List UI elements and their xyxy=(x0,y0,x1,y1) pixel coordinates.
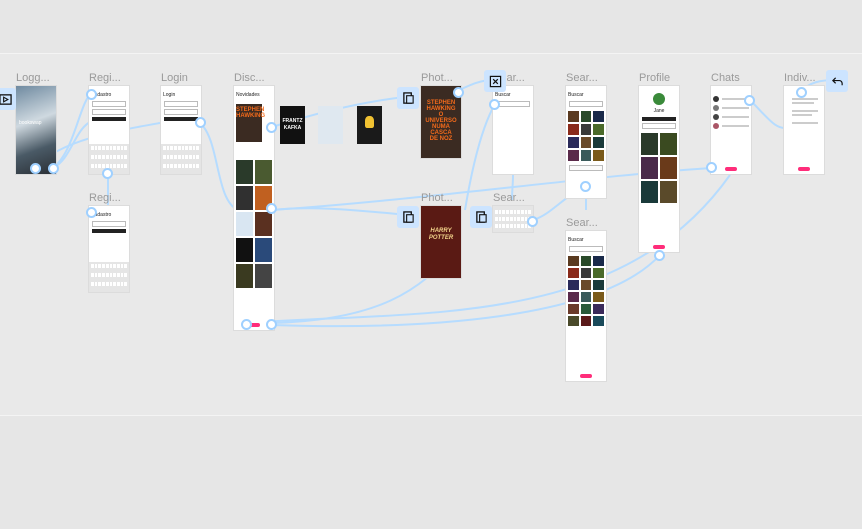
connector-handle[interactable] xyxy=(30,163,41,174)
profile-field[interactable] xyxy=(642,123,676,129)
connector-handle[interactable] xyxy=(241,319,252,330)
register2-input[interactable] xyxy=(92,221,126,227)
frame-label-discover[interactable]: Disc... xyxy=(234,72,265,84)
connector-handle[interactable] xyxy=(266,122,277,133)
frame-label-search-3[interactable]: Sear... xyxy=(566,72,598,84)
frame-label-register[interactable]: Regi... xyxy=(89,72,121,84)
cover-line: HARRY xyxy=(430,228,452,234)
frame-register[interactable]: Cadastro xyxy=(89,86,129,174)
device-preview-icon[interactable] xyxy=(397,87,419,109)
book-thumb-text: FRANTZ xyxy=(282,118,303,124)
search4-input[interactable] xyxy=(569,246,603,252)
profile-button[interactable] xyxy=(642,117,676,121)
search1-title: Buscar xyxy=(495,92,511,98)
close-icon[interactable] xyxy=(484,70,506,92)
connector-handle[interactable] xyxy=(489,99,500,110)
cover-line: NUMA CASCA xyxy=(430,124,452,136)
search3-more[interactable] xyxy=(569,165,603,171)
search3-input[interactable] xyxy=(569,101,603,107)
connector-handle[interactable] xyxy=(266,203,277,214)
register-input[interactable] xyxy=(92,101,126,107)
search1-input[interactable] xyxy=(496,101,530,107)
connector-handle[interactable] xyxy=(102,168,113,179)
connector-handle[interactable] xyxy=(195,117,206,128)
connector-handle[interactable] xyxy=(86,89,97,100)
book-thumb[interactable] xyxy=(357,106,382,144)
book-thumb[interactable]: FRANTZ KAFKA xyxy=(280,106,305,144)
frame-label-individual[interactable]: Indiv... xyxy=(784,72,816,84)
keyboard xyxy=(89,262,129,292)
frame-photo-2[interactable]: HARRY POTTER xyxy=(421,206,461,278)
hero-cover-line: HAWKING xyxy=(236,113,265,119)
search4-grid xyxy=(566,254,606,328)
frame-individual-chat[interactable] xyxy=(784,86,824,174)
frame-label-search-2[interactable]: Sear... xyxy=(493,192,525,204)
tab-indicator xyxy=(580,374,592,378)
tab-indicator xyxy=(725,167,737,171)
login-title: Login xyxy=(163,92,176,98)
play-icon[interactable] xyxy=(0,88,16,110)
login-button[interactable] xyxy=(164,117,198,121)
search3-title: Buscar xyxy=(568,92,584,98)
connector-handle[interactable] xyxy=(86,207,97,218)
frame-logged[interactable]: bookswap xyxy=(16,86,56,174)
frame-label-photo-1[interactable]: Phot... xyxy=(421,72,453,84)
frame-label-chats[interactable]: Chats xyxy=(711,72,740,84)
splash-logo: bookswap xyxy=(19,120,42,126)
register2-button[interactable] xyxy=(92,229,126,233)
register-button[interactable] xyxy=(92,117,126,121)
frame-label-profile[interactable]: Profile xyxy=(639,72,670,84)
frame-search-1[interactable]: Buscar xyxy=(493,86,533,174)
connector-handle[interactable] xyxy=(654,250,665,261)
book-thumb[interactable] xyxy=(318,106,343,144)
frame-search-4[interactable]: Buscar xyxy=(566,231,606,381)
connector-handle[interactable] xyxy=(453,87,464,98)
avatar xyxy=(653,93,665,105)
frame-label-logged[interactable]: Logg... xyxy=(16,72,50,84)
frame-label-search-4[interactable]: Sear... xyxy=(566,217,598,229)
cover-line: DE NOZ xyxy=(429,136,453,142)
search4-title: Buscar xyxy=(568,237,584,243)
back-arrow-icon[interactable] xyxy=(826,70,848,92)
discover-title: Novidades xyxy=(236,92,260,98)
book-thumb-text: KAFKA xyxy=(283,125,302,131)
discover-hero-cover[interactable]: STEPHEN HAWKING xyxy=(236,104,265,142)
login-input[interactable] xyxy=(164,109,198,115)
frame-profile[interactable]: Jane xyxy=(639,86,679,252)
frame-register-2[interactable]: Cadastro xyxy=(89,206,129,292)
frame-label-register-2[interactable]: Regi... xyxy=(89,192,121,204)
frame-label-photo-2[interactable]: Phot... xyxy=(421,192,453,204)
connector-handle[interactable] xyxy=(527,216,538,227)
connector-handle[interactable] xyxy=(796,87,807,98)
device-preview-icon[interactable] xyxy=(470,206,492,228)
profile-grid xyxy=(639,131,679,205)
frame-login[interactable]: Login xyxy=(161,86,201,174)
cover-line: O UNIVERSO xyxy=(425,112,457,124)
login-input[interactable] xyxy=(164,101,198,107)
device-preview-icon[interactable] xyxy=(397,206,419,228)
connector-handle[interactable] xyxy=(266,319,277,330)
tab-indicator xyxy=(653,245,665,249)
register-input[interactable] xyxy=(92,109,126,115)
discover-grid xyxy=(234,158,274,290)
connector-handle[interactable] xyxy=(706,162,717,173)
cover-line: POTTER xyxy=(428,235,454,241)
keyboard xyxy=(161,144,201,174)
connector-handle[interactable] xyxy=(744,95,755,106)
connector-handle[interactable] xyxy=(48,163,59,174)
connector-handle[interactable] xyxy=(580,181,591,192)
search3-grid xyxy=(566,109,606,163)
tab-indicator xyxy=(798,167,810,171)
frame-label-login[interactable]: Login xyxy=(161,72,188,84)
profile-name: Jane xyxy=(653,108,665,114)
